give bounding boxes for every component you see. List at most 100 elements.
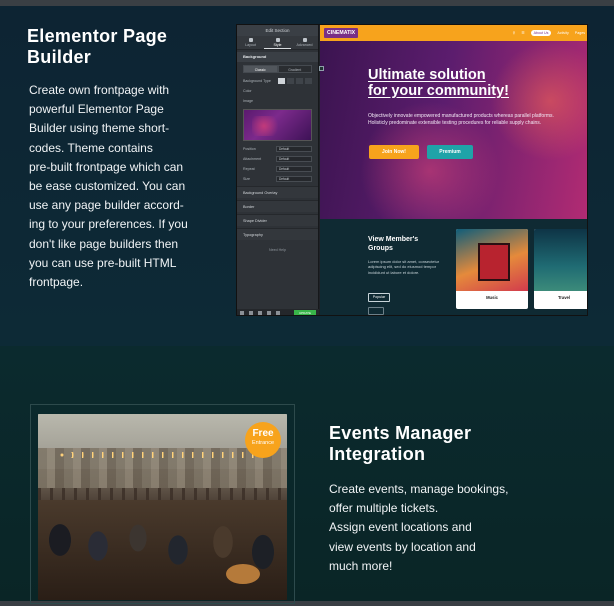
- desc-line: you can use pre-built HTML: [29, 255, 177, 270]
- row-image: Image: [237, 96, 318, 106]
- fold-shape-divider[interactable]: Shape Divider: [237, 214, 318, 226]
- card-image: [456, 229, 528, 291]
- editor-tab-layout[interactable]: Layout: [237, 36, 264, 49]
- feature-description-events: Create events, manage bookings, offer mu…: [329, 480, 559, 576]
- card-caption: Travel: [557, 295, 571, 300]
- hero-headline: Ultimate solution for your community!: [368, 67, 509, 99]
- editor-header: Edit Section: [237, 25, 318, 36]
- toggle-classic[interactable]: Classic: [243, 65, 278, 73]
- popular-button[interactable]: Popular: [368, 293, 390, 302]
- image-preview[interactable]: [243, 109, 312, 141]
- row-label: Repeat: [243, 167, 255, 171]
- hero-headline-line: for your community!: [368, 83, 509, 99]
- row-color: Color: [237, 86, 318, 96]
- row-bg-type: Background Type: [237, 76, 318, 86]
- attachment-select[interactable]: Default: [276, 156, 312, 162]
- gear-icon: [302, 38, 307, 42]
- desc-line: Assign event locations and: [329, 520, 472, 535]
- badge-line: Free: [252, 428, 274, 439]
- desc-line: powerful Elementor Page: [29, 102, 164, 117]
- layout-icon: [248, 38, 253, 42]
- nav-activity[interactable]: Activity: [557, 31, 568, 35]
- row-repeat: Repeat Default: [237, 164, 318, 174]
- row-label: Background Type: [243, 79, 271, 83]
- responsive-icon[interactable]: [267, 311, 271, 315]
- desc-line: Create own frontpage with: [29, 83, 170, 97]
- row-label: Size: [243, 177, 250, 181]
- desc-line: offer multiple tickets.: [329, 501, 439, 516]
- image-icon[interactable]: [287, 78, 294, 84]
- desc-line: ing to your preferences. If you: [29, 217, 188, 232]
- desc-line: view events by location and: [329, 539, 476, 554]
- groups-heading: View Member's Groups: [368, 235, 418, 253]
- editor-tabs: Layout Style Advanced: [237, 36, 318, 50]
- style-icon: [275, 38, 280, 42]
- guitar-icon: [226, 564, 260, 584]
- nav-pages[interactable]: Pages: [575, 31, 585, 35]
- desc-line: codes. Theme contains: [29, 140, 153, 155]
- navigator-icon[interactable]: [249, 311, 253, 315]
- desc-line: don't like page builders then: [29, 236, 179, 251]
- search-icon[interactable]: ⚲: [513, 31, 516, 35]
- fold-typography[interactable]: Typography: [237, 228, 318, 240]
- card-image: [534, 229, 587, 291]
- feature-title-line: Integration: [329, 444, 426, 464]
- nav-about[interactable]: About Us: [530, 30, 552, 36]
- groups-heading-line: Groups: [368, 245, 393, 252]
- photo-lights: [58, 452, 258, 458]
- groups-text: Lorem ipsum dolor sit amet, consectetur …: [368, 259, 440, 275]
- row-label: Color: [243, 89, 252, 93]
- badge-line: Entrance: [251, 440, 274, 446]
- hero-glow: [490, 41, 587, 161]
- desc-line: use any page builder accord-: [29, 198, 184, 213]
- editor-tab-style[interactable]: Style: [264, 36, 291, 49]
- join-now-button[interactable]: Join Now!: [369, 145, 419, 159]
- desc-line: much more!: [329, 558, 393, 573]
- feature-title-line: Builder: [27, 47, 92, 67]
- secondary-button[interactable]: [368, 307, 384, 315]
- fold-background-overlay[interactable]: Background Overlay: [237, 186, 318, 198]
- desc-line: Builder using theme short-: [29, 121, 170, 136]
- eye-icon[interactable]: [276, 311, 280, 315]
- feature-description-elementor: Create own frontpage with powerful Eleme…: [29, 81, 229, 292]
- toggle-gradient[interactable]: Gradient: [277, 65, 312, 73]
- hero-headline-line: Ultimate solution: [368, 67, 486, 83]
- editor-tab-advanced[interactable]: Advanced: [291, 36, 318, 49]
- group-card-travel[interactable]: Travel: [534, 229, 587, 309]
- menu-icon[interactable]: ☰: [521, 31, 524, 35]
- feature-title-line: Elementor Page: [27, 26, 168, 46]
- hero-text: Objectively innovate empowered manufactu…: [368, 113, 554, 126]
- group-card-music[interactable]: Music: [456, 229, 528, 309]
- update-button[interactable]: UPDATE: [294, 310, 316, 315]
- row-label: Position: [243, 147, 256, 151]
- editor-footer: UPDATE: [237, 309, 319, 315]
- feature-title-events: Events Manager Integration: [329, 423, 471, 465]
- feature-title-elementor: Elementor Page Builder: [27, 26, 167, 68]
- history-icon[interactable]: [258, 311, 262, 315]
- settings-icon[interactable]: [240, 311, 244, 315]
- video-icon[interactable]: [296, 78, 303, 84]
- site-nav-links: ⚲ ☰ About Us Activity Pages: [513, 30, 585, 36]
- need-help-link[interactable]: Need Help: [237, 248, 318, 252]
- position-select[interactable]: Default: [276, 146, 312, 152]
- brush-icon[interactable]: [278, 78, 285, 84]
- site-logo[interactable]: CINEMATIX: [324, 28, 359, 38]
- photo-crowd: [38, 500, 287, 600]
- site-hero: Ultimate solution for your community! Ob…: [320, 41, 587, 219]
- row-attachment: Attachment Default: [237, 154, 318, 164]
- feature-title-line: Events Manager: [329, 423, 472, 443]
- free-entrance-badge: Free Entrance: [245, 422, 281, 458]
- card-caption: Music: [486, 295, 498, 300]
- site-preview: CINEMATIX ⚲ ☰ About Us Activity Pages Ul…: [320, 25, 587, 315]
- slideshow-icon[interactable]: [305, 78, 312, 84]
- repeat-select[interactable]: Default: [276, 166, 312, 172]
- fold-border[interactable]: Border: [237, 200, 318, 212]
- resize-handle[interactable]: [319, 66, 324, 71]
- site-groups-section: View Member's Groups Lorem ipsum dolor s…: [320, 219, 587, 315]
- size-select[interactable]: Default: [276, 176, 312, 182]
- editor-panel: Edit Section Layout Style Advanced Backg…: [237, 25, 319, 315]
- elementor-screenshot: Edit Section Layout Style Advanced Backg…: [236, 24, 588, 316]
- group-background[interactable]: Background: [237, 52, 318, 62]
- row-position: Position Default: [237, 144, 318, 154]
- premium-button[interactable]: Premium: [427, 145, 473, 159]
